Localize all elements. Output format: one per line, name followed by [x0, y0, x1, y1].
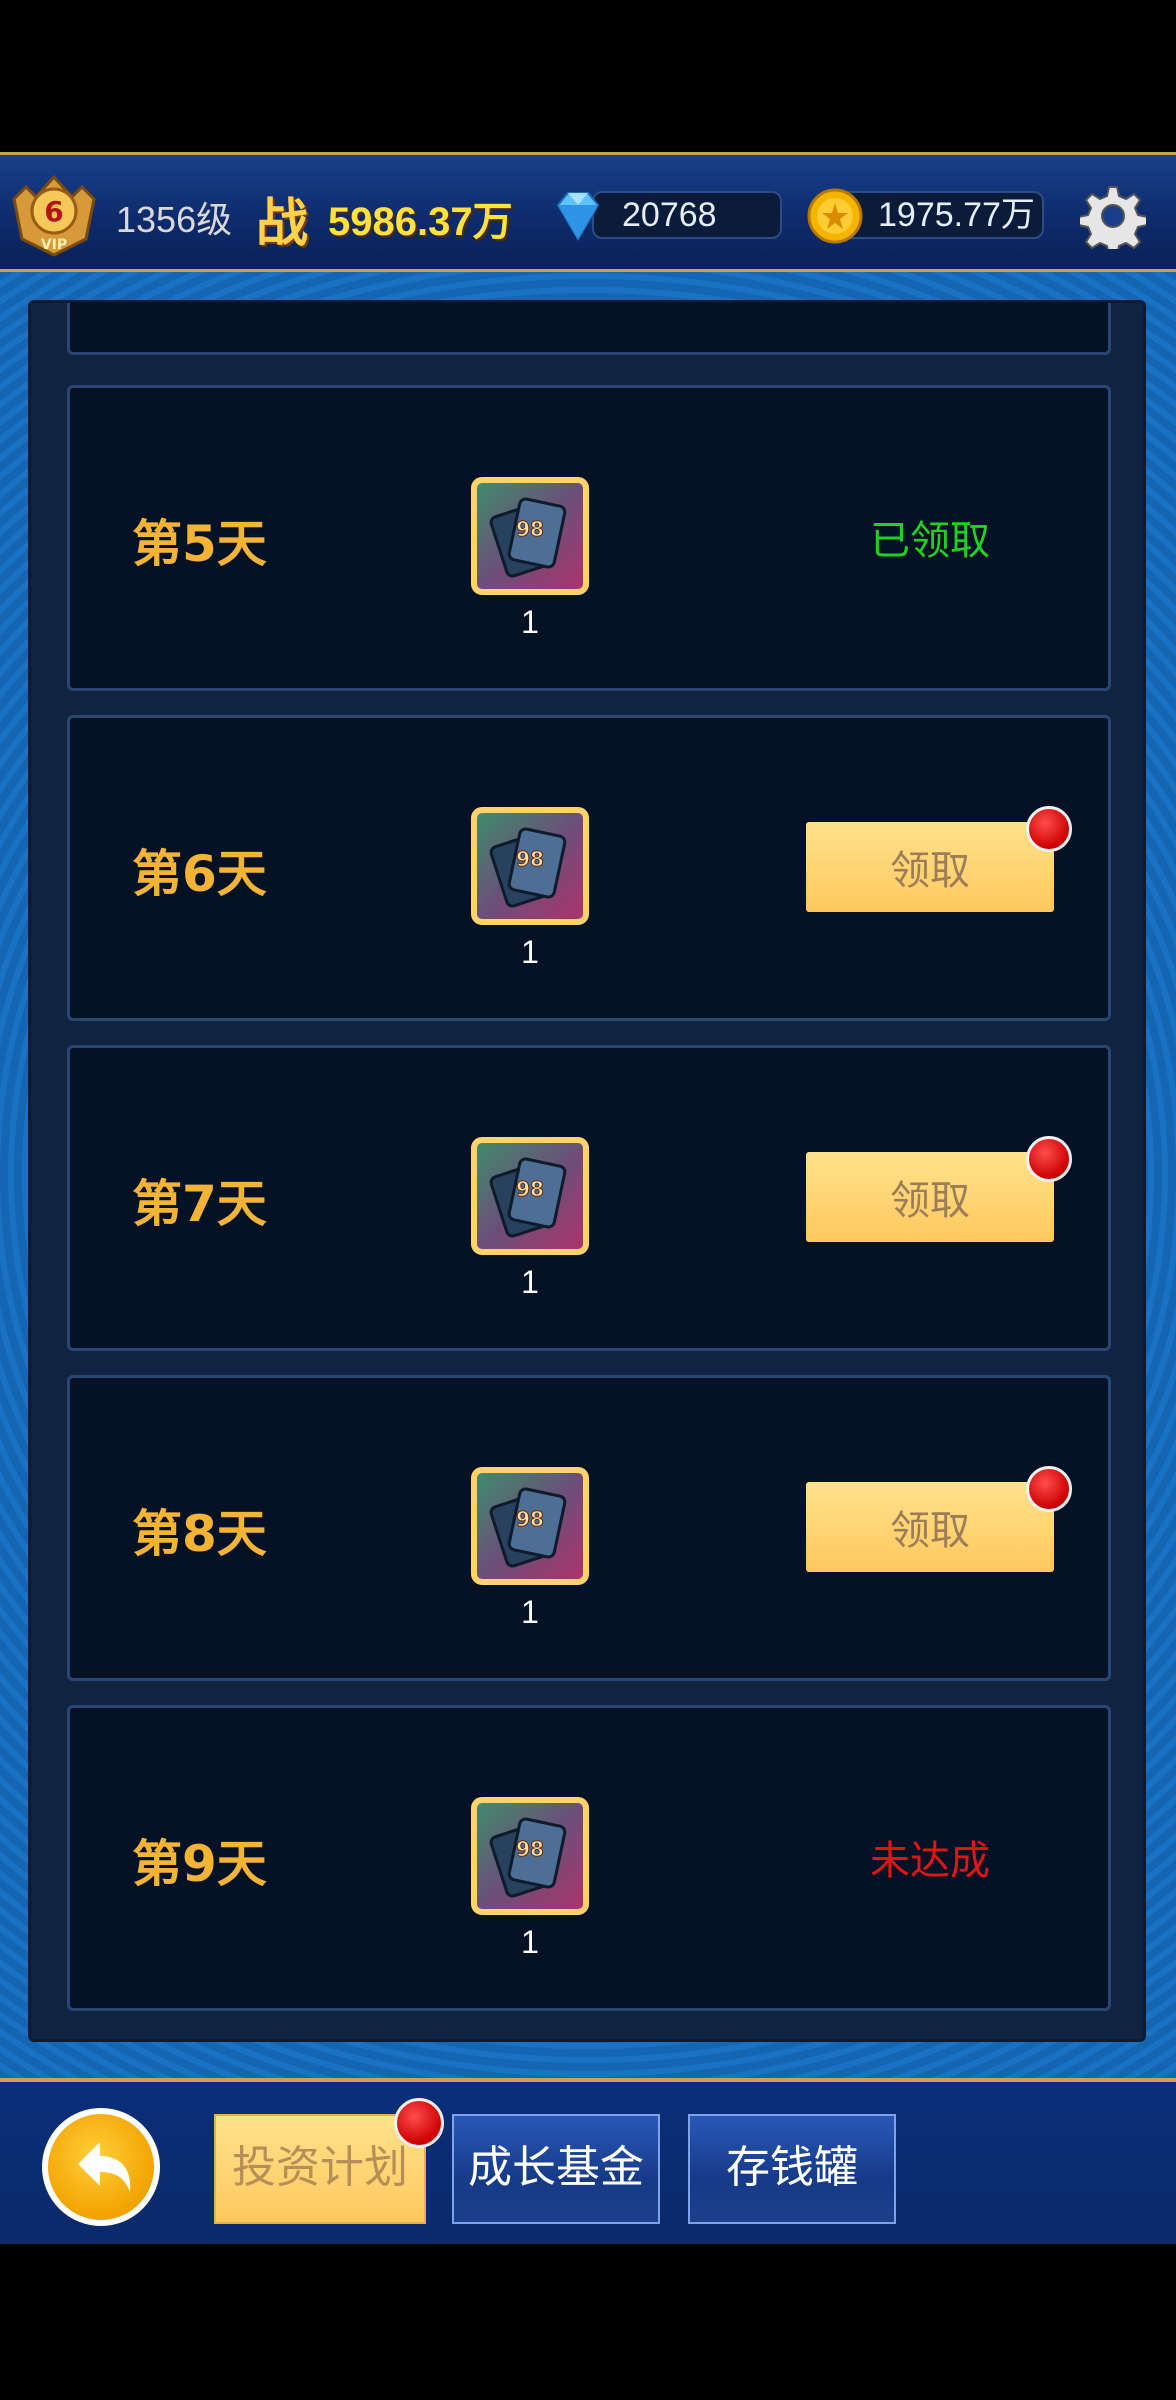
- day-label: 第8天: [132, 1505, 267, 1563]
- reward-row-day-7: 第7天 98 1 领取: [67, 1045, 1111, 1351]
- claimed-status: 已领取: [870, 518, 990, 564]
- claim-button[interactable]: 领取: [806, 822, 1054, 912]
- gold-counter[interactable]: 1975.77万: [836, 191, 1044, 239]
- claim-button[interactable]: 领取: [806, 1482, 1054, 1572]
- card-98-icon[interactable]: 98: [468, 1134, 592, 1258]
- svg-text:98: 98: [516, 517, 544, 541]
- diamond-icon: [556, 192, 600, 241]
- bottom-nav-bar: 投资计划 成长基金 存钱罐: [0, 2078, 1176, 2244]
- gold-amount: 1975.77万: [878, 196, 1035, 234]
- svg-text:98: 98: [516, 847, 544, 871]
- reward-list[interactable]: 1 第5天 98 1 已领取 第6天 98 1 领: [28, 300, 1146, 2042]
- reward-row-day-8: 第8天 98 1 领取: [67, 1375, 1111, 1681]
- reward-row-day-5: 第5天 98 1 已领取: [67, 385, 1111, 691]
- claim-button[interactable]: 领取: [806, 1152, 1054, 1242]
- reward-count: 1: [521, 934, 539, 970]
- top-status-bar: 6 VIP 1356级 战 5986.37万 20768 1975.77万: [0, 152, 1176, 272]
- diamond-counter[interactable]: 20768: [592, 191, 782, 239]
- player-level: 1356级: [116, 199, 233, 240]
- card-98-icon[interactable]: 98: [468, 474, 592, 598]
- reward-row-day-6: 第6天 98 1 领取: [67, 715, 1111, 1021]
- day-label: 第5天: [132, 515, 267, 573]
- gold-coin-icon: [807, 188, 863, 244]
- battle-label: 战: [256, 193, 309, 254]
- reward-count: 1: [521, 1594, 539, 1630]
- reward-row-partial: 1: [67, 303, 1111, 355]
- vip-badge-icon[interactable]: 6 VIP: [6, 169, 102, 259]
- reward-row-day-9: 第9天 98 1 未达成: [67, 1705, 1111, 2011]
- notification-dot: [1026, 1466, 1072, 1512]
- reward-count: 1: [470, 303, 590, 305]
- back-button[interactable]: [42, 2108, 160, 2226]
- tab-piggy-bank[interactable]: 存钱罐: [688, 2114, 896, 2224]
- back-arrow-icon: [78, 2142, 131, 2192]
- reward-count: 1: [521, 1924, 539, 1960]
- day-label: 第6天: [132, 845, 267, 903]
- notification-dot: [1026, 806, 1072, 852]
- settings-gear-icon[interactable]: [1080, 183, 1146, 249]
- svg-text:98: 98: [516, 1837, 544, 1861]
- notification-dot: [1026, 1136, 1072, 1182]
- card-98-icon[interactable]: 98: [468, 1794, 592, 1918]
- diamond-amount: 20768: [622, 196, 717, 234]
- day-label: 第7天: [132, 1175, 267, 1233]
- tab-growth-fund[interactable]: 成长基金: [452, 2114, 660, 2224]
- svg-text:VIP: VIP: [41, 237, 67, 253]
- reward-count: 1: [521, 604, 539, 640]
- reward-count: 1: [521, 1264, 539, 1300]
- notification-dot: [394, 2098, 444, 2148]
- content-frame: 1 第5天 98 1 已领取 第6天 98 1 领: [0, 272, 1176, 2078]
- svg-text:98: 98: [516, 1177, 544, 1201]
- battle-power: 5986.37万: [328, 200, 513, 244]
- day-label: 第9天: [132, 1835, 267, 1893]
- svg-text:98: 98: [516, 1507, 544, 1531]
- locked-status: 未达成: [870, 1838, 990, 1884]
- vip-level-text: 6: [44, 195, 63, 228]
- card-98-icon[interactable]: 98: [468, 1464, 592, 1588]
- card-98-icon[interactable]: 98: [468, 804, 592, 928]
